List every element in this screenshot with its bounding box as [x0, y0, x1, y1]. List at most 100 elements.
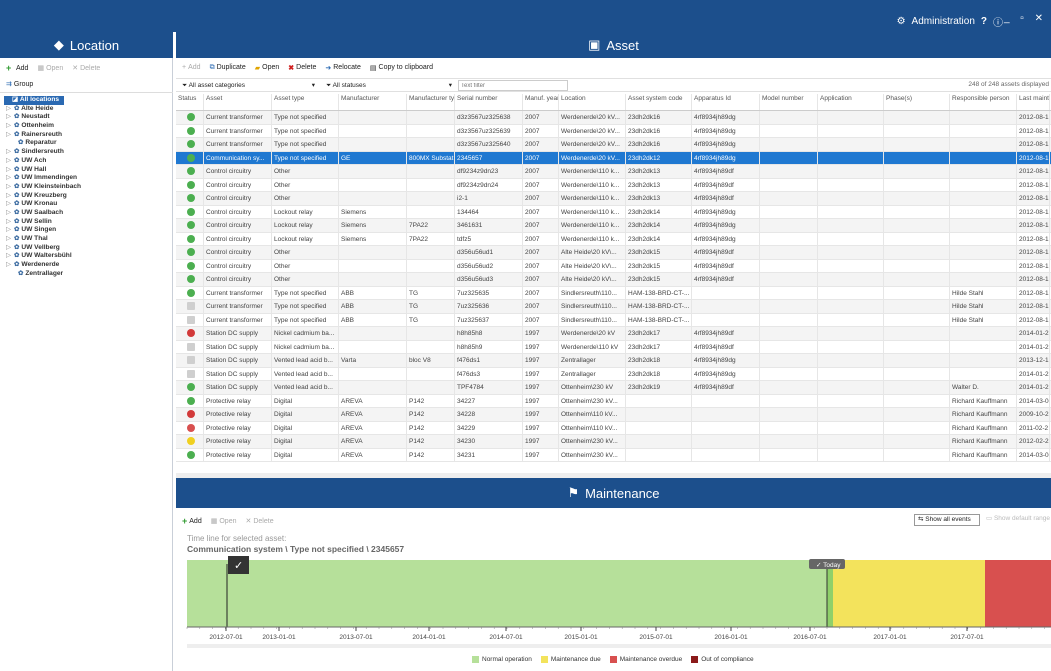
table-row[interactable]: Station DC supply Vented lead acid b... TP… — [176, 381, 1051, 395]
table-row[interactable]: Control circuitry Other d356u56ud3 2007 Alte… — [176, 273, 1051, 287]
show-all-events-button[interactable]: ⇆ Show all events — [914, 514, 980, 526]
window-controls[interactable]: _ ▫ ✕ — [1004, 13, 1047, 24]
column-header[interactable]: Model number — [760, 94, 818, 110]
expand-icon[interactable]: ▷ — [6, 113, 11, 122]
column-header[interactable]: Manufacturer — [339, 94, 407, 110]
add-location-button[interactable]: + Add — [6, 64, 28, 73]
column-header[interactable]: Application — [818, 94, 884, 110]
text-filter-input[interactable] — [458, 80, 568, 91]
tree-node[interactable]: ▷ ✿ Neustadt — [4, 113, 172, 122]
table-row[interactable]: Current transformer Type not specified d3z… — [176, 138, 1051, 152]
column-header[interactable]: Last maintenance — [1017, 94, 1050, 110]
expand-icon[interactable]: ▷ — [6, 148, 11, 157]
table-row[interactable]: Current transformer Type not specified ABB… — [176, 286, 1051, 300]
table-row[interactable]: Protective relay Digital AREVA P142 34227 199… — [176, 394, 1051, 408]
tree-node[interactable]: ▷ ✿ UW Sellin — [4, 218, 172, 227]
tree-node[interactable]: ▷ ✿ UW Ach — [4, 157, 172, 166]
gear-icon[interactable]: ⚙ — [897, 16, 906, 27]
column-header[interactable]: Manuf. year — [523, 94, 559, 110]
table-row[interactable]: Protective relay Digital AREVA P142 34231 199… — [176, 448, 1051, 462]
tree-node[interactable]: ▷ ✿ UW Singen — [4, 226, 172, 235]
admin-link[interactable]: Administration — [912, 16, 975, 27]
column-header[interactable]: Manufacturer type — [407, 94, 455, 110]
table-row[interactable]: Station DC supply Nickel cadmium ba... h8h… — [176, 340, 1051, 354]
table-row[interactable]: Control circuitry Other df9234z9dn23 2007 We… — [176, 165, 1051, 179]
table-row[interactable]: Protective relay Digital AREVA P142 34229 199… — [176, 421, 1051, 435]
relocate-button[interactable]: ➜ Relocate — [325, 64, 361, 72]
table-row[interactable]: Station DC supply Vented lead acid b... f4… — [176, 367, 1051, 381]
expand-icon[interactable]: ▷ — [6, 218, 11, 227]
tree-node[interactable]: ▷ ✿ UW Waltersbühl — [4, 252, 172, 261]
column-header[interactable]: Asset type — [272, 94, 339, 110]
tree-node[interactable]: ▷ ✿ UW Saalbach — [4, 209, 172, 218]
expand-icon[interactable]: ▷ — [6, 261, 11, 270]
help-icon[interactable]: ? — [981, 16, 987, 27]
tree-root[interactable]: ◪ All locations — [4, 96, 64, 105]
maintenance-header[interactable]: ⚑ Maintenance — [176, 478, 1051, 508]
expand-icon[interactable]: ▷ — [6, 235, 11, 244]
column-header[interactable]: Status — [176, 94, 204, 110]
table-row[interactable]: Communication sy... Type not specified GE 8… — [176, 151, 1051, 165]
tree-node[interactable]: ▷ ✿ Ottenheim — [4, 122, 172, 131]
tree-node[interactable]: ▷ ✿ UW Immendingen — [4, 174, 172, 183]
expand-icon[interactable]: ▷ — [6, 174, 11, 183]
table-row[interactable]: Control circuitry Lockout relay Siemens 7PA… — [176, 232, 1051, 246]
tree-node[interactable]: ▷ ✿ Werdenerde — [4, 261, 172, 270]
table-row[interactable]: Control circuitry Lockout relay Siemens 7PA… — [176, 219, 1051, 233]
open-location-button[interactable]: ▦ Open — [37, 64, 63, 73]
tree-node[interactable]: ▷ ✿ Sindlersreuth — [4, 148, 172, 157]
expand-icon[interactable]: ▷ — [6, 166, 11, 175]
category-filter-select[interactable]: ⏷ All asset categories ▾ — [182, 80, 317, 91]
delete-asset-button[interactable]: ✖ Delete — [288, 64, 316, 72]
tree-node[interactable]: ▷ ✿ UW Thal — [4, 235, 172, 244]
tree-node[interactable]: ▷ ✿ UW Hall — [4, 166, 172, 175]
info-icon[interactable]: ⓘ — [993, 14, 1003, 29]
table-row[interactable]: Current transformer Type not specified d3z… — [176, 111, 1051, 125]
delete-location-button[interactable]: ✕ Delete — [72, 64, 100, 73]
copy-button[interactable]: ▤ Copy to clipboard — [370, 64, 433, 72]
table-row[interactable]: Control circuitry Lockout relay Siemens 134… — [176, 205, 1051, 219]
expand-icon[interactable]: ▷ — [6, 192, 11, 201]
table-row[interactable]: Current transformer Type not specified ABB… — [176, 313, 1051, 327]
expand-icon[interactable]: ▷ — [6, 131, 11, 140]
table-row[interactable]: Control circuitry Other df9234z9dn24 2007 We… — [176, 178, 1051, 192]
expand-icon[interactable]: ▷ — [6, 183, 11, 192]
expand-icon[interactable]: ▷ — [6, 226, 11, 235]
maintenance-timeline[interactable]: ✓ ✓ Today 2012-07-01 2013-01-01 2013-07-01 20… — [176, 554, 1051, 654]
column-header[interactable]: Asset — [204, 94, 272, 110]
table-row[interactable]: Protective relay Digital AREVA P142 34228 199… — [176, 408, 1051, 422]
table-row[interactable]: Current transformer Type not specified d3z… — [176, 124, 1051, 138]
column-header[interactable]: Phase(s) — [884, 94, 950, 110]
table-row[interactable]: Protective relay Digital AREVA P142 34230 199… — [176, 435, 1051, 449]
column-header[interactable]: Responsible person — [950, 94, 1017, 110]
group-button[interactable]: ⇉ Group — [6, 80, 33, 89]
add-maintenance-button[interactable]: + Add — [182, 517, 202, 526]
column-header[interactable]: Serial number — [455, 94, 523, 110]
tree-node[interactable]: ▷ ✿ UW Kronau — [4, 200, 172, 209]
status-filter-select[interactable]: ⏷ All statuses ▾ — [326, 80, 454, 91]
column-header[interactable]: Location — [559, 94, 626, 110]
table-row[interactable]: Station DC supply Vented lead acid b... Va… — [176, 354, 1051, 368]
location-tree[interactable]: ◪ All locations ▷ ✿ Alte Heide ▷ ✿ Neustadt ▷… — [4, 96, 172, 278]
table-row[interactable]: Station DC supply Nickel cadmium ba... h8h… — [176, 327, 1051, 341]
timeline-scrollbar[interactable] — [187, 644, 1051, 648]
open-asset-button[interactable]: ▰ Open — [255, 64, 280, 72]
table-row[interactable]: Current transformer Type not specified ABB… — [176, 300, 1051, 314]
add-asset-button[interactable]: + Add — [182, 64, 201, 71]
table-row[interactable]: Control circuitry Other i2-1 2007 Werdenerde… — [176, 192, 1051, 206]
tree-node[interactable]: ✿ Zentrallager — [4, 270, 172, 279]
open-maintenance-button[interactable]: ▦ Open — [211, 517, 237, 526]
expand-icon[interactable]: ▷ — [6, 252, 11, 261]
asset-table[interactable]: Status Asset Asset type Manufacturer Manufac… — [176, 94, 1051, 462]
expand-icon[interactable]: ▷ — [6, 200, 11, 209]
expand-icon[interactable]: ▷ — [6, 209, 11, 218]
column-header[interactable]: Apparatus Id — [692, 94, 760, 110]
duplicate-button[interactable]: ⧉ Duplicate — [210, 64, 246, 72]
show-default-range-button[interactable]: ▭ Show default range — [984, 514, 1051, 526]
expand-icon[interactable]: ▷ — [6, 105, 11, 114]
tree-node[interactable]: ▷ ✿ UW Kreuzberg — [4, 192, 172, 201]
column-header[interactable]: Asset system code — [626, 94, 692, 110]
expand-icon[interactable]: ▷ — [6, 244, 11, 253]
delete-maintenance-button[interactable]: ✕ Delete — [245, 517, 273, 526]
table-row[interactable]: Control circuitry Other d356u56ud1 2007 Alte… — [176, 246, 1051, 260]
